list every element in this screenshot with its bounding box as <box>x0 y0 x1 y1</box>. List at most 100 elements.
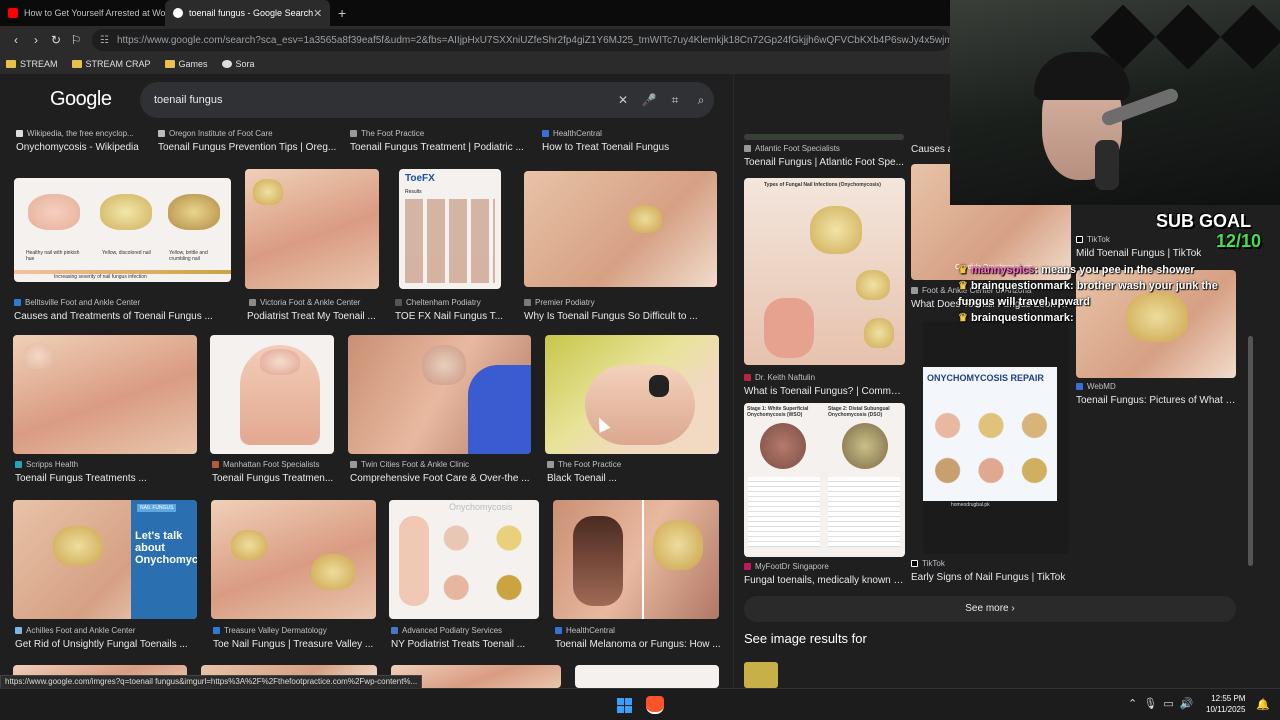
clock-date: 10/11/2025 <box>1206 705 1246 714</box>
site-icon <box>547 461 554 468</box>
result-title: What is Toenail Fungus? | Commo... <box>744 386 904 397</box>
address-bar[interactable]: ☷ https://www.google.com/search?sca_esv=… <box>92 29 950 51</box>
forward-button[interactable]: › <box>26 33 46 47</box>
new-tab-button[interactable]: + <box>330 5 354 21</box>
related-image[interactable] <box>744 662 778 688</box>
lens-icon[interactable]: ⌗ <box>662 93 688 108</box>
result-image[interactable] <box>210 335 334 454</box>
chat-message: ♛ brainquestionmark: brother wash your j… <box>958 278 1248 310</box>
folder-icon <box>71 60 82 68</box>
status-url: https://www.google.com/imgres?q=toenail … <box>0 675 423 688</box>
tab-google-search[interactable]: toenail fungus - Google Search ✕ <box>165 0 330 26</box>
result-source: Premier Podiatry <box>524 298 717 307</box>
bookmark-games[interactable]: Games <box>164 59 208 69</box>
result-source: Victoria Foot & Ankle Center <box>249 298 379 307</box>
webcam-overlay <box>950 0 1280 205</box>
result-image[interactable]: ToeFX Results <box>399 169 501 289</box>
bookmark-stream[interactable]: STREAM <box>6 59 58 69</box>
system-tray[interactable]: ⌃ 🎙 ▭ 🔊 <box>1128 697 1194 710</box>
chat-message: ♛ mannyspics: means you pee in the showe… <box>958 262 1248 278</box>
column-divider <box>733 74 734 688</box>
bookmark-label: Games <box>178 59 208 69</box>
result-source: HealthCentral <box>555 626 721 635</box>
image-text: Let's talk about Onychomycosis <box>135 530 197 566</box>
result-image[interactable]: Types of Fungal Nail Infections (Onychom… <box>744 178 905 365</box>
windows-start-icon[interactable] <box>617 698 632 713</box>
see-more-button[interactable]: See more › <box>744 596 1236 622</box>
result-title: Toenail Fungus Treatmen... <box>212 473 334 484</box>
result-image[interactable] <box>245 169 379 289</box>
result-title: NY Podiatrist Treats Toenail ... <box>391 639 526 650</box>
scrollbar-thumb[interactable] <box>1248 336 1253 566</box>
acoustic-foam <box>1155 4 1221 70</box>
clock[interactable]: 12:55 PM 10/11/2025 <box>1206 693 1245 715</box>
result-title: Toenail Fungus Treatments ... <box>15 473 147 484</box>
result-title: Get Rid of Unsightly Fungal Toenails ... <box>15 639 188 650</box>
result-title: Why Is Toenail Fungus So Difficult to ..… <box>524 311 698 322</box>
back-button[interactable]: ‹ <box>6 33 26 47</box>
reload-button[interactable]: ↻ <box>46 33 66 47</box>
site-icon <box>350 130 357 137</box>
tab-youtube[interactable]: How to Get Yourself Arrested at Wor <box>0 0 165 26</box>
chat-text: : means you pee in the shower <box>1034 264 1195 276</box>
image-text: Healthy nail with pinkish hue <box>26 250 80 262</box>
sora-icon <box>221 60 232 68</box>
result-source: WebMD <box>1076 382 1236 391</box>
result-image[interactable]: ONYCHOMYCOSIS REPAIR homeodrugbal.pk <box>923 321 1069 554</box>
image-text: Types of Fungal Nail Infections (Onychom… <box>764 182 881 188</box>
bookmark-icon[interactable]: ⚐ <box>66 33 86 47</box>
result-image[interactable] <box>348 335 531 454</box>
search-input[interactable]: toenail fungus <box>154 94 610 106</box>
result-title: Black Toenail ... <box>547 473 617 484</box>
result-image[interactable] <box>524 171 717 287</box>
clear-icon[interactable]: ✕ <box>610 93 636 107</box>
result-title[interactable]: Causes a <box>911 144 953 155</box>
voice-search-icon[interactable]: 🎤 <box>636 93 662 107</box>
site-icon <box>213 627 220 634</box>
wikipedia-icon <box>16 130 23 137</box>
site-icon <box>744 563 751 570</box>
close-icon[interactable]: ✕ <box>313 7 322 20</box>
result-source: Manhattan Foot Specialists <box>212 460 336 469</box>
result-source: Atlantic Foot Specialists <box>744 144 904 153</box>
site-info-icon[interactable]: ☷ <box>100 35 109 46</box>
result-image[interactable] <box>13 335 197 454</box>
result-image[interactable] <box>211 500 376 619</box>
result-source: Scripps Health <box>15 460 195 469</box>
site-icon <box>15 627 22 634</box>
search-box[interactable]: toenail fungus ✕ 🎤 ⌗ ⌕ <box>140 82 714 118</box>
site-icon <box>14 299 21 306</box>
result-image[interactable] <box>553 500 719 619</box>
acoustic-foam <box>1220 4 1280 70</box>
site-icon <box>249 299 256 306</box>
image-text: ONYCHOMYCOSIS REPAIR <box>927 373 1044 383</box>
crown-icon: ♛ <box>958 264 968 276</box>
bookmark-sora[interactable]: Sora <box>221 59 255 69</box>
address-url: https://www.google.com/search?sca_esv=1a… <box>116 34 950 46</box>
result-title: Toenail Fungus Prevention Tips | Oreg... <box>158 142 337 153</box>
search-icon[interactable]: ⌕ <box>688 93 714 108</box>
result-source: Treasure Valley Dermatology <box>213 626 378 635</box>
result-image[interactable]: Stage 1: White Superficial Onychomycosis… <box>744 403 905 557</box>
site-icon <box>395 299 402 306</box>
site-icon <box>391 627 398 634</box>
result-image[interactable]: Onychomycosis <box>389 500 539 619</box>
result-image[interactable]: NAIL FUNGUS Let's talk about Onychomycos… <box>13 500 197 619</box>
notification-icon[interactable]: 🔔 <box>1256 698 1270 711</box>
google-logo[interactable]: Google <box>50 88 112 111</box>
bookmark-stream-crap[interactable]: STREAM CRAP <box>71 59 151 69</box>
site-icon <box>212 461 219 468</box>
brave-browser-icon[interactable] <box>646 696 664 714</box>
chat-username: brainquestionmark <box>970 312 1070 324</box>
result-title: Comprehensive Foot Care & Over-the ... <box>350 473 530 484</box>
result-title: Onychomycosis - Wikipedia <box>16 142 139 153</box>
image-text: Stage 2: Distal Subungual Onychomycosis … <box>828 406 890 418</box>
result-source: The Foot Practice <box>350 129 530 138</box>
result-image[interactable] <box>575 665 719 688</box>
result-source: TikTok <box>1076 235 1236 244</box>
result-title: TOE FX Nail Fungus T... <box>395 311 504 322</box>
result-image[interactable] <box>744 134 904 140</box>
microphone <box>1095 140 1119 190</box>
result-image[interactable]: Healthy nail with pinkish hue Yellow, di… <box>14 178 231 282</box>
result-image[interactable] <box>545 335 719 454</box>
